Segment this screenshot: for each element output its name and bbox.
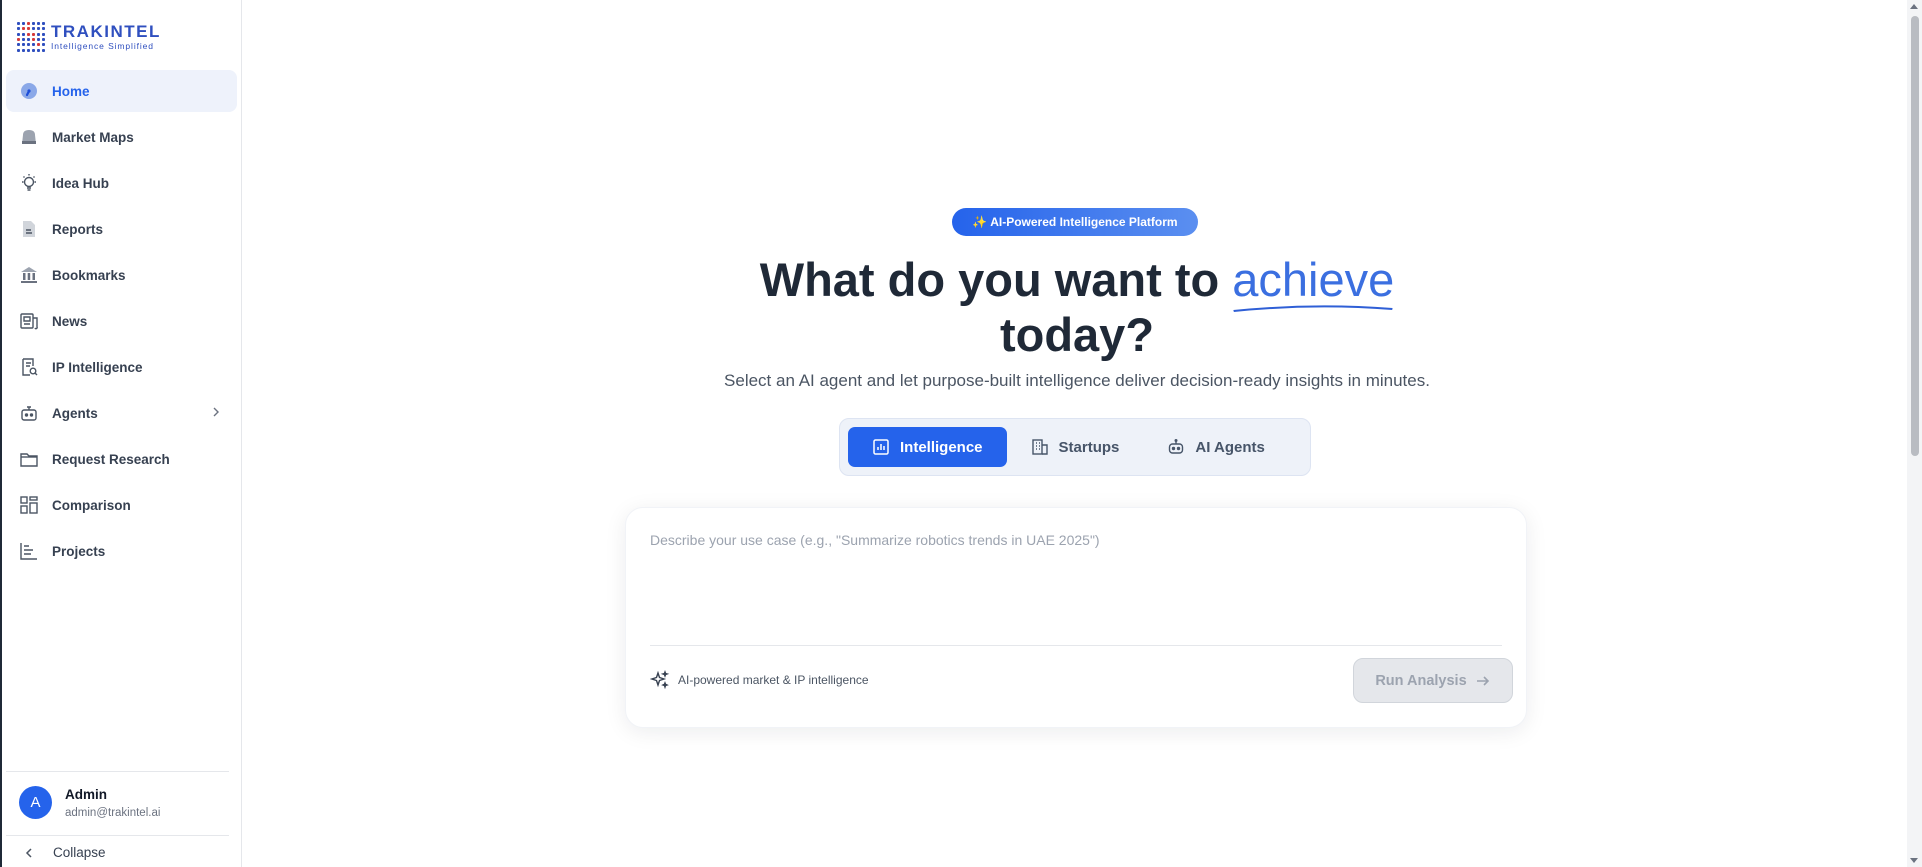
sidebar-item-ip-intelligence[interactable]: IP Intelligence [6,346,237,388]
platform-badge: ✨ AI-Powered Intelligence Platform [952,208,1198,236]
page-subtitle: Select an AI agent and let purpose-built… [724,371,1430,390]
sidebar-item-agents[interactable]: Agents [6,392,237,434]
hint-text: AI-powered market & IP intelligence [678,673,869,687]
sidebar-item-idea-hub[interactable]: Idea Hub [6,162,237,204]
sidebar-item-request-research[interactable]: Request Research [6,438,237,480]
sidebar-item-label: News [52,313,88,329]
headline-part2: today? [999,308,1155,361]
user-profile[interactable]: A Admin admin@trakintel.ai [19,786,160,819]
document-icon [19,219,39,239]
sidebar-item-reports[interactable]: Reports [6,208,237,250]
tab-ai-agents[interactable]: AI Agents [1143,427,1288,467]
brand-tagline: Intelligence Simplified [51,41,154,52]
tab-intelligence[interactable]: Intelligence [848,427,1007,467]
tab-label: Intelligence [900,438,983,456]
headline-part1: What do you want to [759,253,1233,306]
sidebar-item-comparison[interactable]: Comparison [6,484,237,526]
hint: AI-powered market & IP intelligence [650,670,869,690]
sidebar-item-label: Request Research [52,451,170,467]
user-name: Admin [65,786,107,802]
sidebar-item-projects[interactable]: Projects [6,530,237,572]
underline-swoosh-icon [1233,305,1393,312]
sidebar: TRAKINTEL Intelligence Simplified Home M… [0,0,242,867]
sidebar-nav: Home Market Maps Idea Hub Reports Bookma… [6,70,237,576]
sidebar-item-label: Home [52,83,90,99]
sparkles-icon [650,670,670,690]
agent-tabs: Intelligence Startups AI Agents [839,418,1311,476]
chevron-right-icon[interactable] [209,405,223,419]
folder-icon [19,449,39,469]
sidebar-item-label: Bookmarks [52,267,126,283]
tab-label: Startups [1058,438,1120,456]
logo[interactable]: TRAKINTEL Intelligence Simplified [17,22,161,52]
search-document-icon [19,357,39,377]
chart-icon [19,541,39,561]
sidebar-item-home[interactable]: Home [6,70,237,112]
gauge-icon [19,81,39,101]
collapse-button[interactable]: Collapse [22,845,106,860]
sidebar-item-market-maps[interactable]: Market Maps [6,116,237,158]
scrollbar[interactable] [1907,0,1922,867]
bank-icon [19,265,39,285]
app: TRAKINTEL Intelligence Simplified Home M… [0,0,1922,867]
sidebar-item-label: Idea Hub [52,175,110,191]
sidebar-item-label: Market Maps [52,129,134,145]
tab-startups[interactable]: Startups [1007,427,1144,467]
robot-icon [19,403,39,423]
chevron-left-icon [25,847,32,858]
tab-label: AI Agents [1195,438,1265,456]
brand-name: TRAKINTEL [51,22,161,42]
divider [6,771,229,772]
sidebar-item-label: IP Intelligence [52,359,143,375]
scroll-up-icon[interactable] [1910,4,1918,9]
sidebar-item-label: Comparison [52,497,131,513]
newspaper-icon [19,311,39,331]
bar-chart-icon [873,439,889,455]
divider [650,645,1502,646]
building-icon [1031,439,1048,455]
bag-icon [19,127,39,147]
collapse-label: Collapse [53,845,106,860]
sidebar-item-label: Projects [52,543,106,559]
headline-accent-text: achieve [1232,253,1395,306]
avatar: A [19,786,52,819]
robot-icon [1169,439,1184,454]
sidebar-item-news[interactable]: News [6,300,237,342]
scroll-down-icon[interactable] [1910,858,1918,863]
sidebar-item-bookmarks[interactable]: Bookmarks [6,254,237,296]
scroll-thumb[interactable] [1911,16,1919,456]
user-email: admin@trakintel.ai [65,806,161,819]
run-analysis-label: Run Analysis [1375,672,1467,689]
arrow-right-icon [1476,675,1489,686]
lightbulb-icon [19,173,39,193]
main-content: ✨ AI-Powered Intelligence Platform What … [242,0,1907,867]
run-analysis-button[interactable]: Run Analysis [1353,658,1513,703]
divider [6,835,229,836]
page-title: What do you want to achieve today? [682,252,1472,362]
use-case-input[interactable] [650,532,1502,632]
logo-mark-icon [17,22,47,52]
sidebar-item-label: Reports [52,221,104,237]
headline-accent: achieve [1232,252,1395,312]
grid-icon [19,495,39,515]
sidebar-item-label: Agents [52,405,98,421]
prompt-card: AI-powered market & IP intelligence Run … [625,507,1527,728]
